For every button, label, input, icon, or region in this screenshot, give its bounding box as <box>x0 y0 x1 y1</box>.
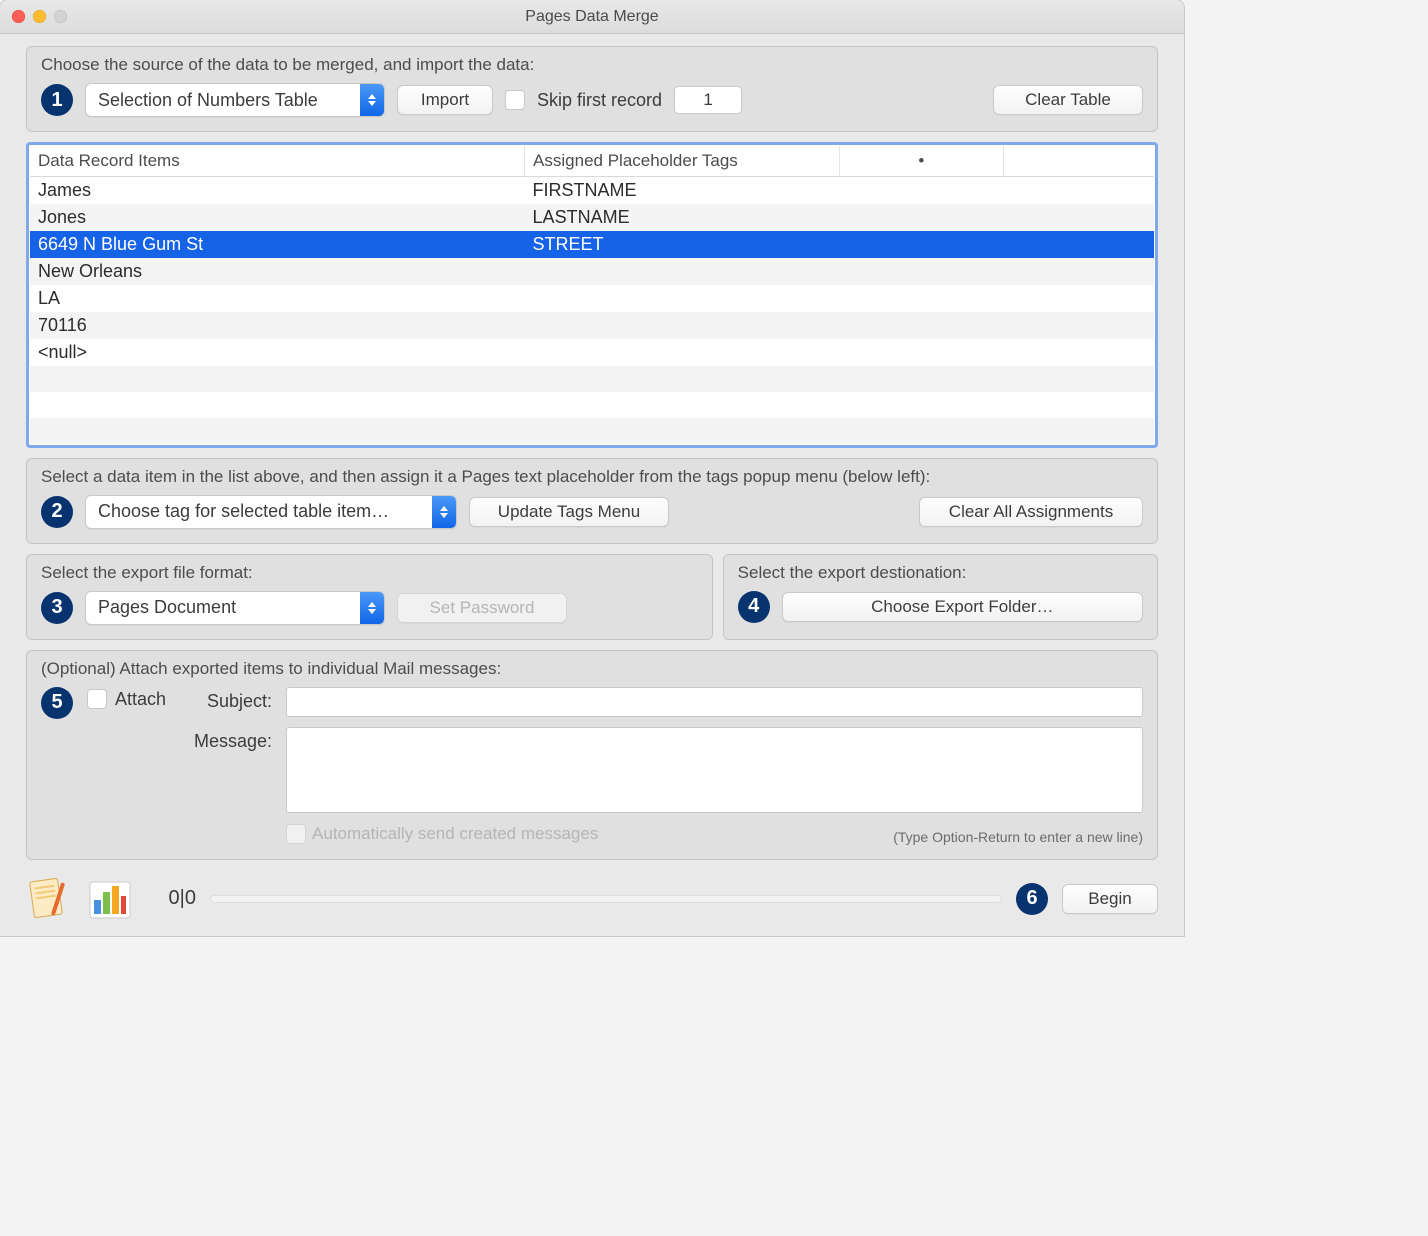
chevron-up-down-icon <box>360 84 384 116</box>
source-select[interactable]: Selection of Numbers Table <box>85 83 385 117</box>
tag-select-value: Choose tag for selected table item… <box>98 501 389 522</box>
table-row[interactable]: 6649 N Blue Gum StSTREET <box>30 231 1154 258</box>
step-badge-6: 6 <box>1016 883 1048 915</box>
step-badge-1: 1 <box>41 84 73 116</box>
section-export-format: Select the export file format: 3 Pages D… <box>26 554 713 640</box>
progress-count: 0|0 <box>146 887 196 910</box>
set-password-button: Set Password <box>397 593 567 623</box>
cell-item: New Orleans <box>30 258 525 285</box>
close-icon[interactable] <box>12 10 25 23</box>
header-dot[interactable]: • <box>918 151 924 170</box>
section-export-destination: Select the export destionation: 4 Choose… <box>723 554 1158 640</box>
table-row[interactable]: JonesLASTNAME <box>30 204 1154 231</box>
cell-item: <null> <box>30 339 525 366</box>
update-tags-button[interactable]: Update Tags Menu <box>469 497 669 527</box>
section-export-format-label: Select the export file format: <box>41 563 698 583</box>
cell-tag: FIRSTNAME <box>525 176 840 204</box>
table-row <box>30 392 1154 418</box>
chevron-up-down-icon <box>360 592 384 624</box>
table-row[interactable]: New Orleans <box>30 258 1154 285</box>
begin-button[interactable]: Begin <box>1062 884 1158 914</box>
progress-bar <box>210 895 1002 903</box>
cell-tag <box>525 339 840 366</box>
cell-tag: LASTNAME <box>525 204 840 231</box>
window-controls <box>0 10 67 23</box>
pages-app-icon[interactable] <box>26 876 72 922</box>
message-field[interactable] <box>286 727 1143 813</box>
format-select[interactable]: Pages Document <box>85 591 385 625</box>
table-row <box>30 418 1154 444</box>
chevron-up-down-icon <box>432 496 456 528</box>
cell-item: LA <box>30 285 525 312</box>
step-badge-4: 4 <box>738 591 770 623</box>
subject-label: Subject: <box>180 687 272 712</box>
numbers-app-icon[interactable] <box>86 876 132 922</box>
hint-text: (Type Option-Return to enter a new line) <box>893 823 1143 845</box>
record-index-field[interactable]: 1 <box>674 86 742 114</box>
table-row <box>30 366 1154 392</box>
minimize-icon[interactable] <box>33 10 46 23</box>
choose-export-folder-button[interactable]: Choose Export Folder… <box>782 592 1143 622</box>
header-items[interactable]: Data Record Items <box>38 151 180 170</box>
section-mail-label: (Optional) Attach exported items to indi… <box>41 659 1143 679</box>
footer: 0|0 6 Begin <box>26 870 1158 922</box>
section-tags-label: Select a data item in the list above, an… <box>41 467 1143 487</box>
cell-item: James <box>30 176 525 204</box>
section-source: Choose the source of the data to be merg… <box>26 46 1158 132</box>
cell-tag <box>525 258 840 285</box>
cell-item: Jones <box>30 204 525 231</box>
skip-first-label: Skip first record <box>537 90 662 111</box>
cell-tag <box>525 312 840 339</box>
cell-tag: STREET <box>525 231 840 258</box>
auto-send-label: Automatically send created messages <box>312 824 598 844</box>
format-select-value: Pages Document <box>98 597 236 618</box>
subject-field[interactable] <box>286 687 1143 717</box>
titlebar: Pages Data Merge <box>0 0 1184 34</box>
cell-tag <box>525 285 840 312</box>
auto-send-checkbox <box>286 824 306 844</box>
section-source-label: Choose the source of the data to be merg… <box>41 55 1143 75</box>
table-header-row: Data Record Items Assigned Placeholder T… <box>30 146 1154 176</box>
clear-table-button[interactable]: Clear Table <box>993 85 1143 115</box>
data-table[interactable]: Data Record Items Assigned Placeholder T… <box>26 142 1158 448</box>
step-badge-5: 5 <box>41 687 73 719</box>
cell-item: 70116 <box>30 312 525 339</box>
window-title: Pages Data Merge <box>0 8 1184 26</box>
app-window: Pages Data Merge Choose the source of th… <box>0 0 1184 936</box>
table-row[interactable]: 70116 <box>30 312 1154 339</box>
source-select-value: Selection of Numbers Table <box>98 90 318 111</box>
import-button[interactable]: Import <box>397 85 493 115</box>
zoom-icon <box>54 10 67 23</box>
section-mail: (Optional) Attach exported items to indi… <box>26 650 1158 860</box>
attach-label: Attach <box>115 689 166 710</box>
table-row[interactable]: <null> <box>30 339 1154 366</box>
message-label: Message: <box>180 727 272 752</box>
step-badge-3: 3 <box>41 592 73 624</box>
clear-assignments-button[interactable]: Clear All Assignments <box>919 497 1143 527</box>
skip-first-checkbox[interactable] <box>505 90 525 110</box>
table-row[interactable]: LA <box>30 285 1154 312</box>
cell-item: 6649 N Blue Gum St <box>30 231 525 258</box>
header-tags[interactable]: Assigned Placeholder Tags <box>533 151 738 170</box>
attach-checkbox[interactable] <box>87 689 107 709</box>
tag-select[interactable]: Choose tag for selected table item… <box>85 495 457 529</box>
table-row[interactable]: JamesFIRSTNAME <box>30 176 1154 204</box>
section-tags: Select a data item in the list above, an… <box>26 458 1158 544</box>
section-export-destination-label: Select the export destionation: <box>738 563 1143 583</box>
step-badge-2: 2 <box>41 496 73 528</box>
